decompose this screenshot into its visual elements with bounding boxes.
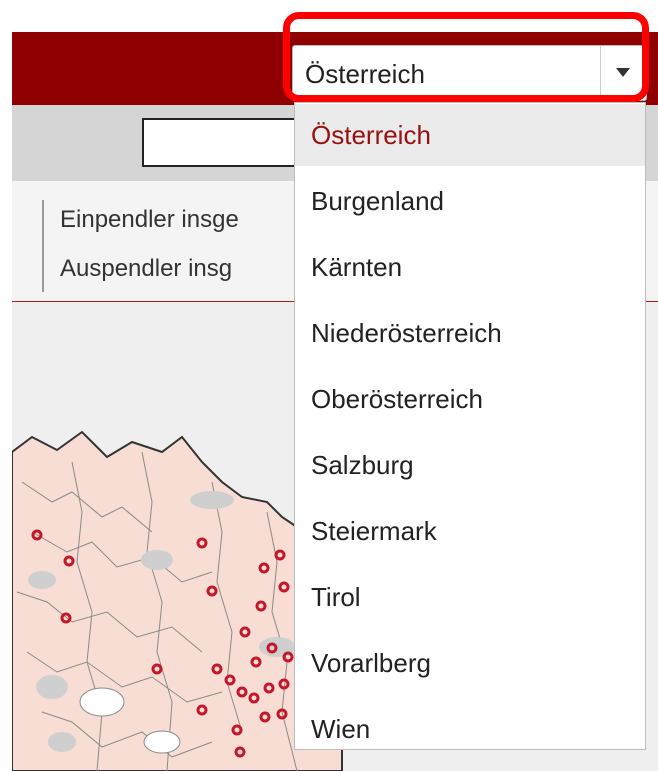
auspendler-label: Auspendler insg [60,255,233,282]
option-niederoesterreich[interactable]: Niederösterreich [295,302,645,364]
option-steiermark[interactable]: Steiermark [295,500,645,562]
map-region-shape [12,430,343,771]
option-burgenland[interactable]: Burgenland [295,170,645,232]
option-salzburg[interactable]: Salzburg [295,434,645,496]
search-input[interactable] [142,118,302,167]
region-options-list: Österreich Burgenland Kärnten Niederöste… [294,102,646,750]
einpendler-label: Einpendler insge [60,206,239,233]
option-kaernten[interactable]: Kärnten [295,236,645,298]
option-oesterreich[interactable]: Österreich [295,104,645,166]
option-vorarlberg[interactable]: Vorarlberg [295,632,645,694]
stats-divider [42,200,44,292]
region-select-value: Österreich [305,59,425,89]
chevron-down-icon[interactable] [616,68,630,77]
region-select-divider [600,46,601,100]
option-oberoesterreich[interactable]: Oberösterreich [295,368,645,430]
region-select[interactable]: Österreich [292,45,647,101]
option-wien[interactable]: Wien [295,698,645,760]
option-tirol[interactable]: Tirol [295,566,645,628]
